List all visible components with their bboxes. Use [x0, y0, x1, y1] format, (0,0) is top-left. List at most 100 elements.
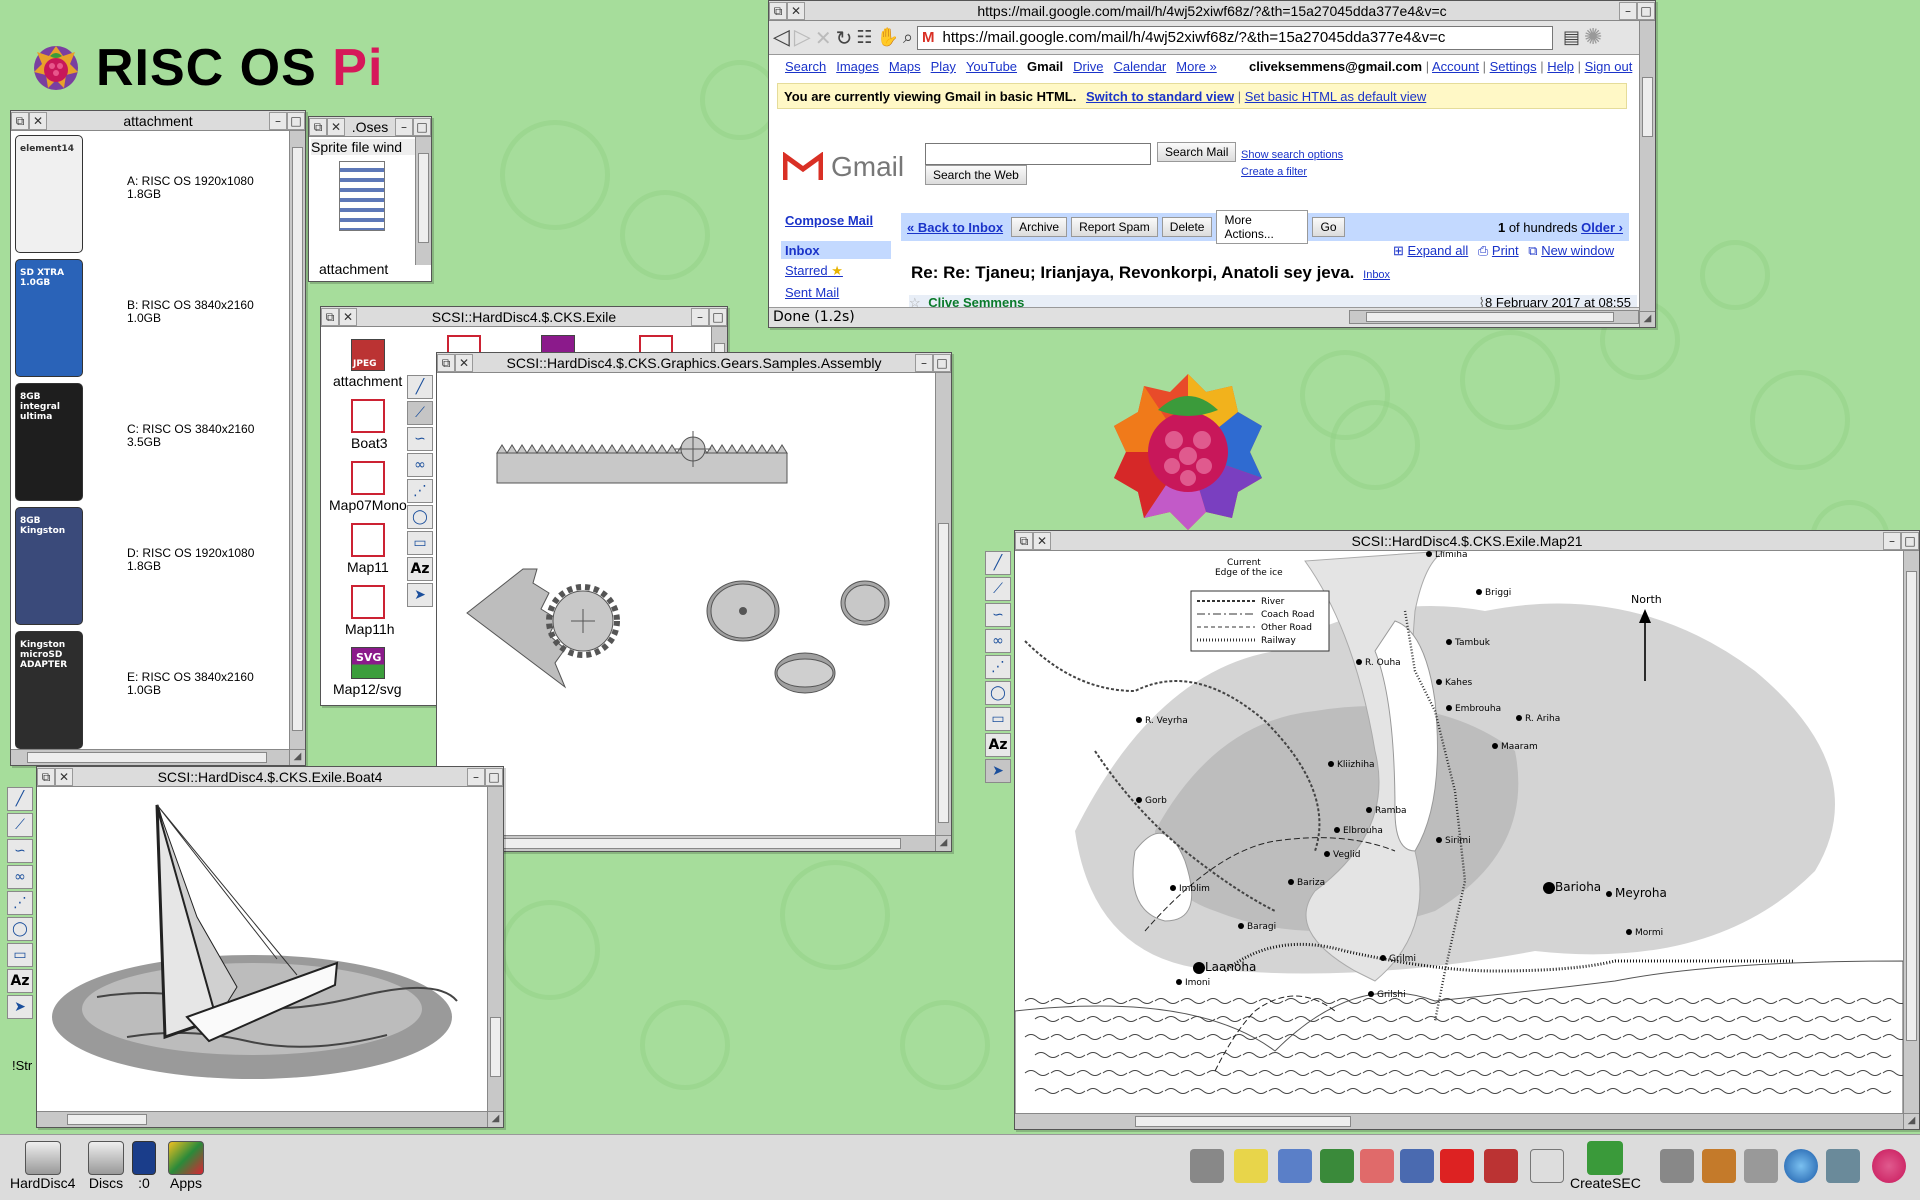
- switch-standard-link[interactable]: Switch to standard view: [1086, 89, 1234, 104]
- nav-maps[interactable]: Maps: [889, 59, 921, 74]
- select-tool-icon[interactable]: ➤: [985, 759, 1011, 783]
- title-bar[interactable]: ⧉ ✕ attachment – □: [11, 111, 305, 131]
- history-icon[interactable]: ✋: [877, 27, 899, 48]
- close-icon[interactable]: ✕: [55, 767, 73, 786]
- discs-icon[interactable]: Discs: [88, 1141, 124, 1191]
- folder-inbox[interactable]: Inbox: [781, 241, 891, 259]
- close-icon[interactable]: ✕: [787, 1, 805, 20]
- sd-card-image[interactable]: Kingston microSD ADAPTER: [15, 631, 83, 749]
- resize-handle[interactable]: ◢: [1903, 1113, 1919, 1129]
- edit-icon[interactable]: [1440, 1149, 1474, 1183]
- back-icon[interactable]: ⧉: [309, 117, 327, 136]
- back-icon[interactable]: ⧉: [769, 1, 787, 20]
- file-map11h[interactable]: Map11h: [345, 621, 395, 637]
- polyline-tool-icon[interactable]: ⟋: [407, 401, 433, 425]
- scroll-thumb[interactable]: [938, 523, 949, 823]
- scroll-thumb[interactable]: [453, 838, 901, 849]
- title-bar[interactable]: ⧉ ✕ https://mail.google.com/mail/h/4wj52…: [769, 1, 1655, 21]
- drawsvg-icon[interactable]: [1530, 1149, 1564, 1183]
- nav-gmail[interactable]: Gmail: [1027, 59, 1063, 74]
- horizontal-scrollbar[interactable]: [37, 1111, 487, 1127]
- sign-out-link[interactable]: Sign out: [1585, 59, 1633, 74]
- close-icon[interactable]: ✕: [455, 353, 473, 372]
- title-bar[interactable]: ⧉ ✕ SCSI::HardDisc4.$.CKS.Exile.Map21 – …: [1015, 531, 1919, 551]
- closed-curve-tool-icon[interactable]: ∞: [7, 865, 33, 889]
- line-tool-icon[interactable]: ╱: [7, 787, 33, 811]
- draw-file-icon[interactable]: [351, 461, 385, 495]
- title-bar[interactable]: ⧉ ✕ SCSI::HardDisc4.$.CKS.Exile.Boat4 – …: [37, 767, 503, 787]
- file-map12-svg[interactable]: Map12/svg: [333, 681, 401, 697]
- close-icon[interactable]: ✕: [339, 307, 357, 326]
- file-map07mono[interactable]: Map07Mono: [329, 497, 407, 513]
- sprite-thumbnail[interactable]: [339, 161, 385, 231]
- iconise-icon[interactable]: –: [915, 353, 933, 372]
- search-web-button[interactable]: Search the Web: [925, 165, 1027, 185]
- settings-link[interactable]: Settings: [1490, 59, 1537, 74]
- closed-curve-tool-icon[interactable]: ∞: [985, 629, 1011, 653]
- mail-search-input[interactable]: [925, 143, 1151, 165]
- go-button[interactable]: Go: [1312, 217, 1345, 237]
- back-icon[interactable]: ⧉: [11, 111, 29, 130]
- sd-card-label[interactable]: A: RISC OS 1920x1080 1.8GB: [127, 175, 254, 201]
- inbox-label-link[interactable]: Inbox: [1363, 269, 1390, 281]
- more-actions-select[interactable]: More Actions...: [1216, 210, 1309, 244]
- sd-card-image[interactable]: SD XTRA 1.0GB: [15, 259, 83, 377]
- nav-images[interactable]: Images: [836, 59, 879, 74]
- horizontal-scrollbar[interactable]: [11, 749, 289, 765]
- create-filter-link[interactable]: Create a filter: [1241, 166, 1307, 178]
- scroll-thumb[interactable]: [1135, 1116, 1351, 1127]
- download-icon[interactable]: [1360, 1149, 1394, 1183]
- toggle-size-icon[interactable]: □: [413, 117, 431, 136]
- iconise-icon[interactable]: –: [395, 117, 413, 136]
- curve-tool-icon[interactable]: ∽: [7, 839, 33, 863]
- nav-drive[interactable]: Drive: [1073, 59, 1103, 74]
- title-bar[interactable]: ⧉ ✕ SCSI::HardDisc4.$.CKS.Exile – □: [321, 307, 727, 327]
- iconise-icon[interactable]: –: [269, 111, 287, 130]
- archive-button[interactable]: Archive: [1011, 217, 1068, 237]
- show-search-options-link[interactable]: Show search options: [1241, 149, 1343, 161]
- toggle-size-icon[interactable]: □: [1901, 531, 1919, 550]
- printer-icon[interactable]: [1744, 1149, 1778, 1183]
- sd-card-icon[interactable]: :0: [132, 1141, 156, 1191]
- sd-card-image[interactable]: 8GB Kingston: [15, 507, 83, 625]
- resize-handle[interactable]: ◢: [487, 1111, 503, 1127]
- iconise-icon[interactable]: –: [1619, 1, 1637, 20]
- filter-icon[interactable]: [1278, 1149, 1312, 1183]
- dashed-line-tool-icon[interactable]: ⋰: [985, 655, 1011, 679]
- vertical-scrollbar[interactable]: [289, 131, 305, 749]
- toggle-size-icon[interactable]: □: [933, 353, 951, 372]
- scroll-thumb[interactable]: [1642, 77, 1653, 137]
- search-icon[interactable]: ⌕: [903, 27, 913, 48]
- scroll-thumb[interactable]: [27, 752, 267, 763]
- resize-handle[interactable]: ◢: [289, 749, 305, 765]
- rectangle-tool-icon[interactable]: ▭: [985, 707, 1011, 731]
- set-default-link[interactable]: Set basic HTML as default view: [1245, 89, 1427, 104]
- help-link[interactable]: Help: [1547, 59, 1574, 74]
- folder-sent[interactable]: Sent Mail: [785, 285, 839, 300]
- file-map11[interactable]: Map11: [347, 559, 389, 575]
- older-link[interactable]: Older ›: [1581, 220, 1623, 235]
- delete-button[interactable]: Delete: [1161, 217, 1213, 237]
- rectangle-tool-icon[interactable]: ▭: [407, 531, 433, 555]
- scroll-thumb[interactable]: [1906, 571, 1917, 1041]
- toggle-size-icon[interactable]: □: [709, 307, 727, 326]
- forward-arrow-icon[interactable]: ▷: [794, 25, 811, 50]
- back-icon[interactable]: ⧉: [321, 307, 339, 326]
- resize-handle[interactable]: ◢: [1639, 311, 1655, 327]
- compose-mail-link[interactable]: Compose Mail: [785, 213, 873, 228]
- closed-curve-tool-icon[interactable]: ∞: [407, 453, 433, 477]
- curve-tool-icon[interactable]: ∽: [407, 427, 433, 451]
- nav-more[interactable]: More »: [1176, 59, 1216, 74]
- paint-app-icon[interactable]: [1702, 1149, 1736, 1183]
- calculator-icon[interactable]: [1190, 1149, 1224, 1183]
- title-bar[interactable]: ⧉ ✕ .Oses – □: [309, 117, 431, 137]
- title-bar[interactable]: ⧉ ✕ SCSI::HardDisc4.$.CKS.Graphics.Gears…: [437, 353, 951, 373]
- search-mail-button[interactable]: Search Mail: [1157, 142, 1237, 162]
- reload-icon[interactable]: ↻: [836, 26, 853, 50]
- line-tool-icon[interactable]: ╱: [985, 551, 1011, 575]
- back-icon[interactable]: ⧉: [1015, 531, 1033, 550]
- draw-app-icon[interactable]: [1660, 1149, 1694, 1183]
- raspberry-task-icon[interactable]: [1872, 1149, 1906, 1183]
- toggle-size-icon[interactable]: □: [485, 767, 503, 786]
- nav-calendar[interactable]: Calendar: [1114, 59, 1167, 74]
